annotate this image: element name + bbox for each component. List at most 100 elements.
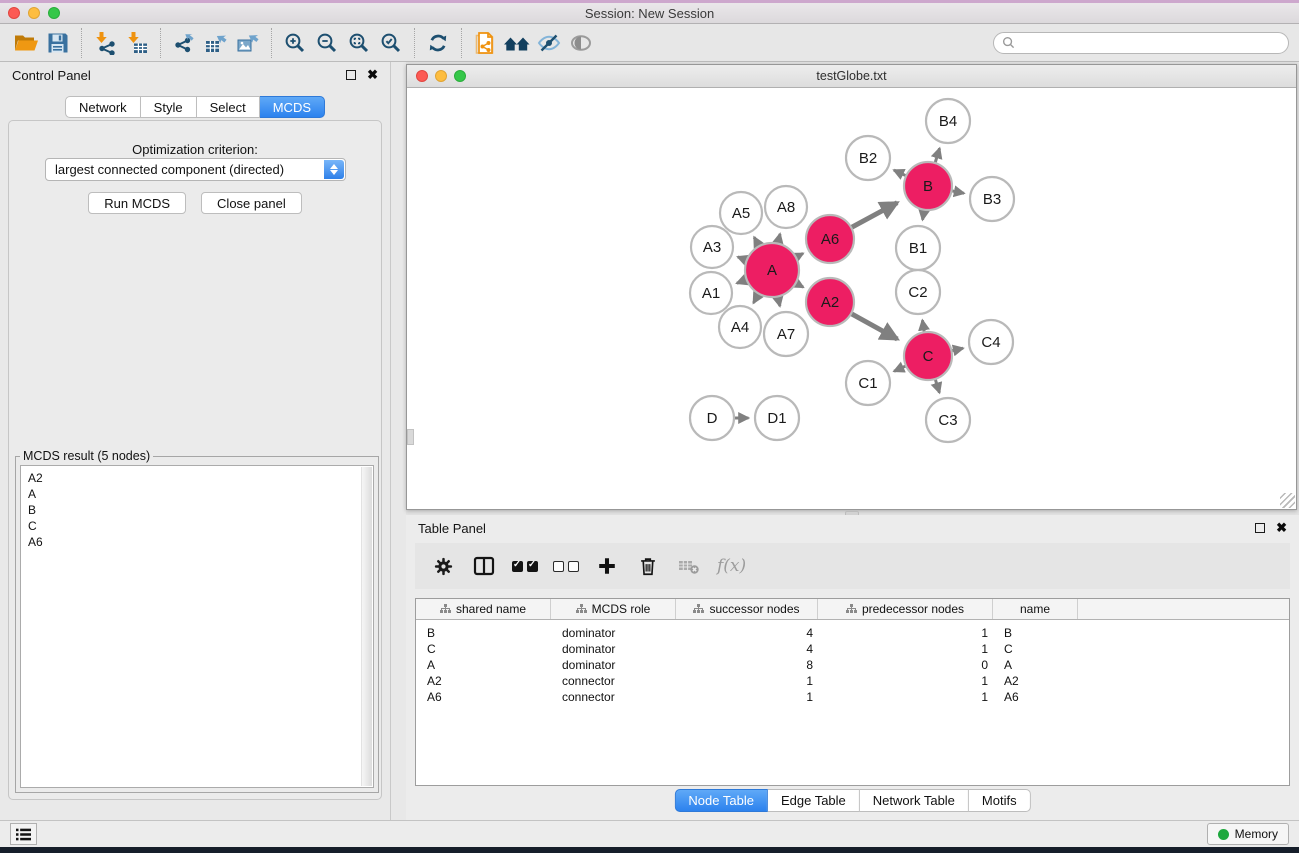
tab-edge-table[interactable]: Edge Table: [768, 789, 860, 812]
result-item-a6[interactable]: A6: [28, 534, 373, 550]
node-table: shared nameMCDS role successor nodes prede…: [415, 598, 1290, 786]
export-network-button[interactable]: [168, 27, 200, 59]
status-bar: Memory: [0, 820, 1299, 847]
graph-node-A[interactable]: A: [745, 243, 799, 297]
result-list-scrollbar[interactable]: [361, 467, 372, 786]
tab-select[interactable]: Select: [197, 96, 260, 118]
float-panel-icon[interactable]: [346, 70, 356, 80]
graph-node-A6[interactable]: A6: [806, 215, 854, 263]
graph-node-A5[interactable]: A5: [720, 192, 762, 234]
window-resize-grip[interactable]: [1280, 493, 1295, 508]
float-panel-icon[interactable]: [1255, 523, 1265, 533]
graph-node-A8[interactable]: A8: [765, 186, 807, 228]
graph-node-D1[interactable]: D1: [755, 396, 799, 440]
table-row-a[interactable]: Adominator80A: [416, 657, 1289, 673]
control-panel: Control Panel ✖ NetworkStyleSelectMCDS O…: [0, 62, 391, 820]
column-header-name[interactable]: name: [993, 599, 1078, 619]
table-row-c[interactable]: Cdominator41C: [416, 641, 1289, 657]
search-field[interactable]: [993, 32, 1289, 54]
cell-shared-name: A: [416, 658, 551, 672]
graph-node-B4[interactable]: B4: [926, 99, 970, 143]
search-input[interactable]: [1020, 36, 1280, 50]
close-panel-icon[interactable]: ✖: [367, 70, 378, 80]
column-header-mcds-role[interactable]: MCDS role: [551, 599, 676, 619]
table-settings-button[interactable]: [430, 553, 456, 579]
column-header-predecessor-nodes[interactable]: predecessor nodes: [818, 599, 993, 619]
graph-node-A7[interactable]: A7: [764, 312, 808, 356]
tab-node-table[interactable]: Node Table: [674, 789, 768, 812]
add-column-button[interactable]: [594, 553, 620, 579]
zoom-fit-icon: [347, 31, 371, 55]
memory-button[interactable]: Memory: [1207, 823, 1289, 845]
import-network-button[interactable]: [89, 27, 121, 59]
open-file-button[interactable]: [10, 27, 42, 59]
table-row-a2[interactable]: A2connector11A2: [416, 673, 1289, 689]
tab-mcds[interactable]: MCDS: [260, 96, 325, 118]
tab-network-table[interactable]: Network Table: [860, 789, 969, 812]
graph-node-B2[interactable]: B2: [846, 136, 890, 180]
export-image-button[interactable]: [232, 27, 264, 59]
cell-predecessor-nodes: 1: [818, 642, 993, 656]
unchecked-checkbox-icon: [553, 561, 564, 572]
memory-label: Memory: [1235, 827, 1278, 841]
graph-node-A3[interactable]: A3: [691, 226, 733, 268]
zoom-fit-button[interactable]: [343, 27, 375, 59]
graph-node-C2[interactable]: C2: [896, 270, 940, 314]
hide-selected-button[interactable]: [533, 27, 565, 59]
list-icon: [15, 827, 32, 842]
graph-node-A4[interactable]: A4: [719, 306, 761, 348]
cell-successor-nodes: 4: [676, 626, 818, 640]
tab-style[interactable]: Style: [141, 96, 197, 118]
split-table-button[interactable]: [471, 553, 497, 579]
network-window-titlebar[interactable]: testGlobe.txt: [407, 65, 1296, 88]
graph-node-A1[interactable]: A1: [690, 272, 732, 314]
result-item-b[interactable]: B: [28, 502, 373, 518]
tab-network[interactable]: Network: [65, 96, 141, 118]
task-history-button[interactable]: [10, 823, 37, 845]
close-panel-icon[interactable]: ✖: [1276, 523, 1287, 533]
run-mcds-button[interactable]: Run MCDS: [88, 192, 186, 214]
close-panel-button[interactable]: Close panel: [201, 192, 302, 214]
show-preview-button[interactable]: [565, 27, 597, 59]
first-neighbors-button[interactable]: [501, 27, 533, 59]
refresh-button[interactable]: [422, 27, 454, 59]
graph-node-C3[interactable]: C3: [926, 398, 970, 442]
network-canvas[interactable]: B4 B2 B B3 A5A8A6 A3 B1 A A1 C2 A2 A4A7 C4 C C1 C3 D D1: [407, 89, 1296, 509]
graph-node-B1[interactable]: B1: [896, 226, 940, 270]
zoom-in-button[interactable]: [279, 27, 311, 59]
deselect-all-button[interactable]: [553, 553, 579, 579]
cell-name: C: [993, 642, 1078, 656]
graph-node-C[interactable]: C: [904, 332, 952, 380]
import-table-button[interactable]: [121, 27, 153, 59]
table-row-b[interactable]: Bdominator41B: [416, 625, 1289, 641]
control-panel-title: Control Panel: [12, 68, 91, 83]
result-item-c[interactable]: C: [28, 518, 373, 534]
column-header-label: successor nodes: [709, 602, 799, 616]
column-header-label: predecessor nodes: [862, 602, 964, 616]
graph-node-D[interactable]: D: [690, 396, 734, 440]
tab-motifs[interactable]: Motifs: [969, 789, 1031, 812]
zoom-selected-button[interactable]: [375, 27, 407, 59]
column-header-shared-name[interactable]: shared name: [416, 599, 551, 619]
select-all-button[interactable]: [512, 553, 538, 579]
save-session-button[interactable]: [42, 27, 74, 59]
graph-node-A2[interactable]: A2: [806, 278, 854, 326]
graph-node-C1[interactable]: C1: [846, 361, 890, 405]
zoom-out-button[interactable]: [311, 27, 343, 59]
mcds-result-group: MCDS result (5 nodes) A2ABCA6: [15, 456, 379, 793]
graph-node-B[interactable]: B: [904, 162, 952, 210]
criterion-select[interactable]: largest connected component (directed): [45, 158, 346, 181]
table-row-a6[interactable]: A6connector11A6: [416, 689, 1289, 705]
graph-node-B3[interactable]: B3: [970, 177, 1014, 221]
network-from-file-button[interactable]: [469, 27, 501, 59]
delete-column-button[interactable]: [635, 553, 661, 579]
network-graph[interactable]: B4 B2 B B3 A5A8A6 A3 B1 A A1 C2 A2 A4A7 C4 C C1 C3 D D1: [407, 89, 1296, 509]
result-item-a2[interactable]: A2: [28, 470, 373, 486]
graph-edge-A2-C[interactable]: [849, 313, 897, 339]
result-item-a[interactable]: A: [28, 486, 373, 502]
canvas-scrollbar-nub[interactable]: [407, 429, 414, 445]
column-header-successor-nodes[interactable]: successor nodes: [676, 599, 818, 619]
graph-edge-A6-B[interactable]: [849, 203, 897, 229]
graph-node-C4[interactable]: C4: [969, 320, 1013, 364]
export-table-button[interactable]: [200, 27, 232, 59]
